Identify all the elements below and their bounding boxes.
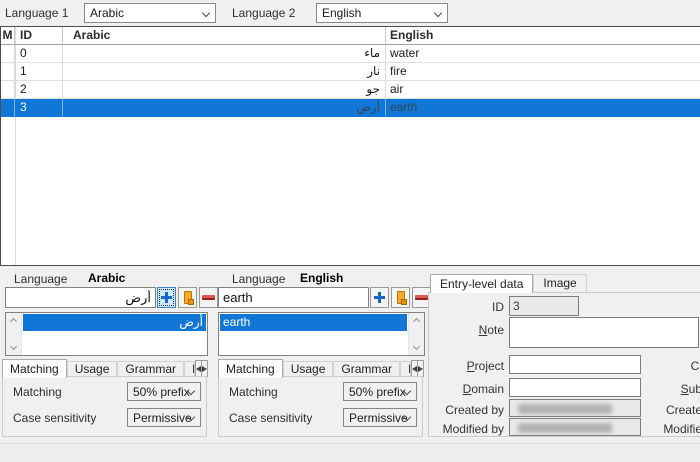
matching-select[interactable]: 50% prefix bbox=[127, 382, 201, 401]
project-label: Project bbox=[449, 359, 504, 373]
status-bar bbox=[0, 443, 700, 462]
chevron-down-icon bbox=[202, 9, 210, 17]
tab-grammar[interactable]: Grammar bbox=[333, 361, 400, 377]
tab-scroll-left-button[interactable] bbox=[411, 360, 418, 377]
client-label-truncated: Cl bbox=[659, 359, 700, 373]
english-term-input[interactable] bbox=[218, 287, 369, 308]
left-arrow-icon bbox=[412, 366, 417, 372]
edit-icon bbox=[184, 291, 192, 304]
id-label: ID bbox=[449, 300, 504, 314]
language2-label: Language 2 bbox=[232, 0, 295, 26]
case-sensitivity-label: Case sensitivity bbox=[229, 411, 312, 425]
entry-data-panel: Entry-level data Image ID Note Project C… bbox=[428, 266, 700, 443]
arabic-term-input[interactable] bbox=[5, 287, 156, 308]
case-sensitivity-select[interactable]: Permissive bbox=[343, 408, 417, 427]
tab-entry-level-data[interactable]: Entry-level data bbox=[430, 274, 533, 293]
tab-matching[interactable]: Matching bbox=[2, 359, 67, 378]
tab-definition[interactable]: Defin bbox=[184, 361, 195, 377]
column-header-id[interactable]: ID bbox=[15, 27, 63, 45]
matching-label: Matching bbox=[229, 385, 278, 399]
language-name: English bbox=[300, 271, 343, 285]
tab-usage[interactable]: Usage bbox=[283, 361, 334, 377]
id-field bbox=[509, 296, 579, 316]
language1-label: Language 1 bbox=[5, 0, 68, 26]
entry-tabs: Entry-level data Image bbox=[430, 271, 700, 292]
created-by-field bbox=[509, 399, 641, 417]
right-arrow-icon bbox=[418, 366, 423, 372]
english-subtabs: Matching Usage Grammar Defin bbox=[218, 358, 424, 377]
scrollbar[interactable] bbox=[6, 313, 22, 355]
domain-label: Domain bbox=[449, 382, 504, 396]
tab-usage[interactable]: Usage bbox=[67, 361, 118, 377]
arabic-term-panel: Language Arabic أرض Matching Usage Gramm… bbox=[0, 266, 218, 443]
edit-term-button[interactable] bbox=[391, 287, 410, 308]
table-row-selected[interactable]: 3 أرض earth bbox=[1, 99, 700, 117]
tab-scroll-left-button[interactable] bbox=[195, 360, 202, 377]
created-on-label-truncated: Create bbox=[659, 403, 700, 417]
created-by-label: Created by bbox=[437, 403, 504, 417]
subdomain-label-truncated: Sub bbox=[659, 382, 700, 396]
note-field[interactable] bbox=[509, 317, 699, 348]
language1-select[interactable]: Arabic bbox=[84, 3, 216, 23]
left-arrow-icon bbox=[196, 366, 201, 372]
modified-by-label: Modified by bbox=[437, 422, 504, 436]
language-selector-bar: Language 1 Arabic Language 2 English bbox=[0, 0, 700, 26]
add-term-button[interactable] bbox=[370, 287, 389, 308]
add-icon bbox=[161, 292, 172, 303]
language-name: Arabic bbox=[88, 271, 125, 285]
modified-on-label-truncated: Modifie bbox=[659, 422, 700, 436]
tab-definition[interactable]: Defin bbox=[400, 361, 411, 377]
matching-tab-panel: Matching 50% prefix Case sensitivity Per… bbox=[218, 376, 423, 437]
scroll-up-icon[interactable] bbox=[413, 318, 420, 325]
add-term-button[interactable] bbox=[157, 287, 176, 308]
table-row[interactable]: 2 جو air bbox=[1, 81, 700, 99]
table-row[interactable]: 0 ماء water bbox=[1, 45, 700, 63]
arabic-subtabs: Matching Usage Grammar Defin bbox=[2, 358, 208, 377]
list-item[interactable]: earth bbox=[220, 314, 407, 331]
language1-value: Arabic bbox=[90, 6, 124, 20]
column-header-english[interactable]: English bbox=[386, 27, 700, 45]
domain-field[interactable] bbox=[509, 378, 641, 397]
language-label: Language bbox=[232, 272, 285, 286]
tab-scroll-right-button[interactable] bbox=[418, 360, 424, 377]
entry-data-body: ID Note Project Cl Domain Sub Created by… bbox=[428, 292, 700, 437]
tab-grammar[interactable]: Grammar bbox=[117, 361, 184, 377]
language2-value: English bbox=[322, 6, 361, 20]
add-icon bbox=[374, 292, 385, 303]
scroll-down-icon[interactable] bbox=[10, 343, 17, 350]
modified-by-field bbox=[509, 418, 641, 436]
edit-icon bbox=[397, 291, 405, 304]
case-sensitivity-label: Case sensitivity bbox=[13, 411, 96, 425]
language-label: Language bbox=[14, 272, 67, 286]
tab-matching[interactable]: Matching bbox=[218, 359, 283, 378]
redacted-text bbox=[518, 423, 612, 433]
arabic-term-list[interactable]: أرض bbox=[5, 312, 208, 356]
english-term-panel: Language English earth Matching Usage Gr… bbox=[213, 266, 426, 443]
list-item[interactable]: أرض bbox=[23, 314, 206, 331]
scroll-down-icon[interactable] bbox=[413, 343, 420, 350]
table-row[interactable]: 1 نار fire bbox=[1, 63, 700, 81]
right-arrow-icon bbox=[202, 366, 207, 372]
tab-image[interactable]: Image bbox=[533, 274, 586, 292]
redacted-text bbox=[518, 404, 612, 414]
grid-header-row: M ID Arabic English bbox=[1, 27, 700, 45]
column-header-marker[interactable]: M bbox=[1, 27, 15, 45]
remove-icon bbox=[415, 295, 428, 300]
scroll-up-icon[interactable] bbox=[10, 318, 17, 325]
language2-select[interactable]: English bbox=[316, 3, 448, 23]
chevron-down-icon bbox=[434, 9, 442, 17]
project-field[interactable] bbox=[509, 355, 641, 374]
matching-tab-panel: Matching 50% prefix Case sensitivity Per… bbox=[2, 376, 207, 437]
scrollbar[interactable] bbox=[408, 313, 424, 355]
column-header-arabic[interactable]: Arabic bbox=[63, 27, 386, 45]
tab-scroll-right-button[interactable] bbox=[202, 360, 208, 377]
matching-select[interactable]: 50% prefix bbox=[343, 382, 417, 401]
english-term-list[interactable]: earth bbox=[218, 312, 425, 356]
case-sensitivity-select[interactable]: Permissive bbox=[127, 408, 201, 427]
matching-label: Matching bbox=[13, 385, 62, 399]
note-label: Note bbox=[449, 323, 504, 337]
edit-term-button[interactable] bbox=[178, 287, 197, 308]
dictionary-grid[interactable]: M ID Arabic English 0 ماء water 1 نار fi… bbox=[0, 26, 700, 266]
